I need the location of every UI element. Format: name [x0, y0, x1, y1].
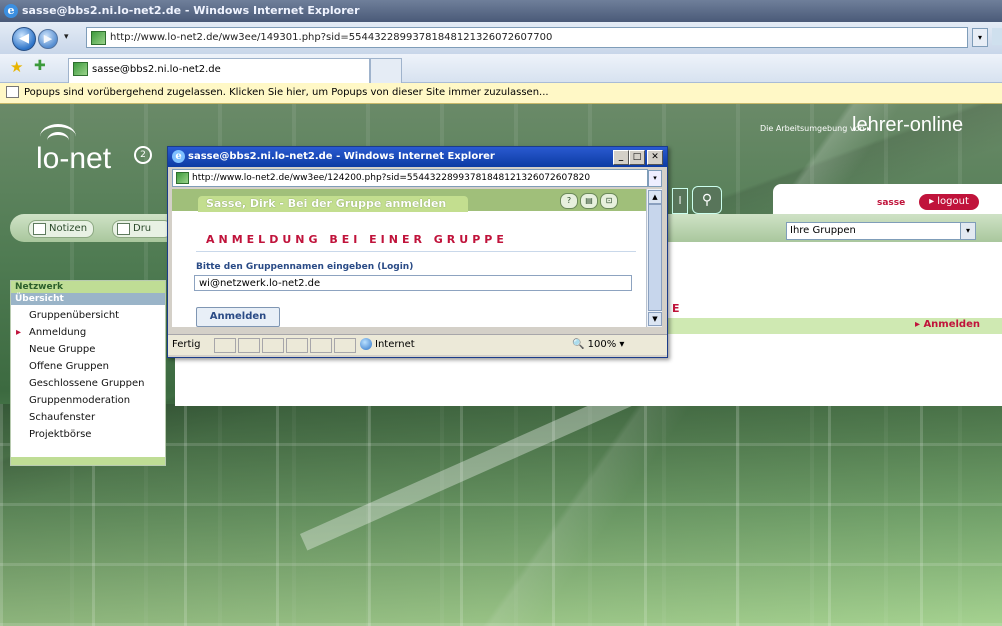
favorites-bar: ★ ✚ sasse@bbs2.ni.lo-net2.de [0, 54, 1002, 83]
popup-information-bar[interactable]: Popups sind vorübergehend zugelassen. Kl… [0, 83, 1002, 104]
address-bar[interactable]: http://www.lo-net2.de/ww3ee/149301.php?s… [86, 27, 968, 48]
sidebar-item-gruppenuebersicht[interactable]: Gruppenübersicht [11, 307, 165, 324]
close-panel-icon[interactable]: ⊡ [600, 193, 618, 209]
address-url: http://www.lo-net2.de/ww3ee/149301.php?s… [110, 32, 553, 43]
address-dropdown-icon[interactable]: ▾ [972, 28, 988, 47]
outer-window-titlebar: e sasse@bbs2.ni.lo-net2.de - Windows Inte… [0, 0, 1002, 22]
chevron-down-icon[interactable]: ▾ [960, 223, 975, 239]
sidebar-item-gruppenmoderation[interactable]: Gruppenmoderation [11, 392, 165, 409]
tab-title: sasse@bbs2.ni.lo-net2.de [92, 64, 221, 75]
sidebar-item-offene-gruppen[interactable]: Offene Gruppen [11, 358, 165, 375]
globe-icon [360, 338, 372, 350]
help-icon[interactable]: ? [560, 193, 578, 209]
scroll-down-icon[interactable]: ▼ [648, 312, 662, 326]
logo-text: lo-net [36, 142, 112, 175]
outer-window-title: sasse@bbs2.ni.lo-net2.de - Windows Inter… [22, 4, 360, 17]
scroll-up-icon[interactable]: ▲ [648, 190, 662, 204]
groups-select[interactable]: Ihre Gruppen ▾ [786, 222, 976, 240]
popup-window: e sasse@bbs2.ni.lo-net2.de - Windows Inte… [167, 146, 668, 358]
security-zone[interactable]: Internet [360, 335, 415, 355]
anmelden-button[interactable]: Anmelden [196, 307, 280, 327]
sidebar-item-schaufenster[interactable]: Schaufenster [11, 409, 165, 426]
groups-select-value: Ihre Gruppen [790, 225, 856, 236]
popup-title: sasse@bbs2.ni.lo-net2.de - Windows Inter… [188, 151, 495, 162]
ie-logo-icon: e [172, 150, 185, 163]
sidebar: Netzwerk Übersicht Gruppenübersicht Anme… [10, 280, 166, 466]
popup-scrollbar[interactable]: ▲ ▼ [646, 189, 662, 327]
history-dropdown-icon[interactable]: ▾ [64, 32, 69, 42]
ie-logo-icon: e [4, 4, 18, 18]
divider [196, 251, 636, 252]
sidebar-menu: Gruppenübersicht Anmeldung Neue Gruppe O… [11, 307, 165, 443]
popup-header-bar: Sasse, Dirk - Bei der Gruppe anmelden ? … [172, 189, 646, 212]
status-text: Fertig [172, 339, 201, 350]
page-icon [91, 31, 106, 45]
form-heading: ANMELDUNG BEI EINER GRUPPE [206, 233, 508, 246]
favorites-star-icon[interactable]: ★ [10, 58, 23, 76]
sidebar-item-geschlossene-gruppen[interactable]: Geschlossene Gruppen [11, 375, 165, 392]
popup-content: Sasse, Dirk - Bei der Gruppe anmelden ? … [172, 189, 646, 327]
info-bar-icon [6, 86, 19, 98]
sidebar-item-anmeldung[interactable]: Anmeldung [11, 324, 165, 341]
back-button[interactable]: ◀ [12, 27, 36, 51]
notes-icon [33, 223, 46, 235]
notizen-button[interactable]: Notizen [28, 220, 95, 238]
print-icon[interactable]: ▤ [580, 193, 598, 209]
popup-address-url: http://www.lo-net2.de/ww3ee/124200.php?s… [192, 173, 591, 183]
sidebar-item-projektboerse[interactable]: Projektbörse [11, 426, 165, 443]
lo-net-logo[interactable]: lo-net 2 [36, 124, 156, 184]
popup-status-bar: Fertig Internet 🔍 100% ▾ [168, 334, 667, 355]
print-icon [117, 223, 130, 235]
new-tab-button[interactable] [370, 58, 402, 83]
nav-tab-partial[interactable]: l [672, 188, 688, 214]
sidebar-subheading[interactable]: Übersicht [11, 293, 165, 305]
group-name-label: Bitte den Gruppennamen eingeben (Login) [196, 262, 414, 272]
anmelden-link[interactable]: ▸ Anmelden [915, 319, 980, 330]
user-name: sasse [877, 198, 906, 208]
print-button[interactable]: Dru [112, 220, 172, 238]
sidebar-footer [11, 457, 165, 465]
search-icon[interactable]: ⚲ [692, 186, 722, 214]
page-icon [176, 172, 189, 184]
minimize-button[interactable]: _ [613, 150, 629, 165]
add-favorite-icon[interactable]: ✚ [34, 58, 46, 74]
refresh-button[interactable] [992, 28, 1002, 45]
logo-badge: 2 [134, 146, 152, 164]
zoom-level[interactable]: 🔍 100% ▾ [572, 335, 624, 355]
group-name-input[interactable] [194, 275, 632, 291]
popup-address-bar[interactable]: http://www.lo-net2.de/ww3ee/124200.php?s… [172, 169, 648, 187]
popup-titlebar[interactable]: e sasse@bbs2.ni.lo-net2.de - Windows Inte… [168, 147, 667, 167]
popup-info-text: Popups sind vorübergehend zugelassen. Kl… [24, 87, 549, 98]
navigation-bar: ◀ ▶ ▾ http://www.lo-net2.de/ww3ee/149301… [0, 22, 1002, 54]
logout-button[interactable]: ▸ logout [919, 194, 979, 210]
sidebar-item-neue-gruppe[interactable]: Neue Gruppe [11, 341, 165, 358]
tab-page-icon [73, 62, 88, 76]
popup-header-title: Sasse, Dirk - Bei der Gruppe anmelden [198, 196, 468, 212]
scroll-thumb[interactable] [648, 204, 662, 311]
sidebar-heading[interactable]: Netzwerk [11, 281, 165, 293]
lehrer-online-logo[interactable]: lehrer-online [852, 114, 963, 137]
popup-address-dropdown-icon[interactable]: ▾ [648, 170, 662, 187]
forward-button[interactable]: ▶ [38, 29, 58, 49]
maximize-button[interactable]: □ [629, 150, 645, 165]
close-button[interactable]: ✕ [647, 150, 663, 165]
section-heading-partial: E [672, 302, 682, 315]
action-bar: ▸ Anmelden [662, 318, 1002, 334]
browser-tab[interactable]: sasse@bbs2.ni.lo-net2.de [68, 58, 370, 83]
